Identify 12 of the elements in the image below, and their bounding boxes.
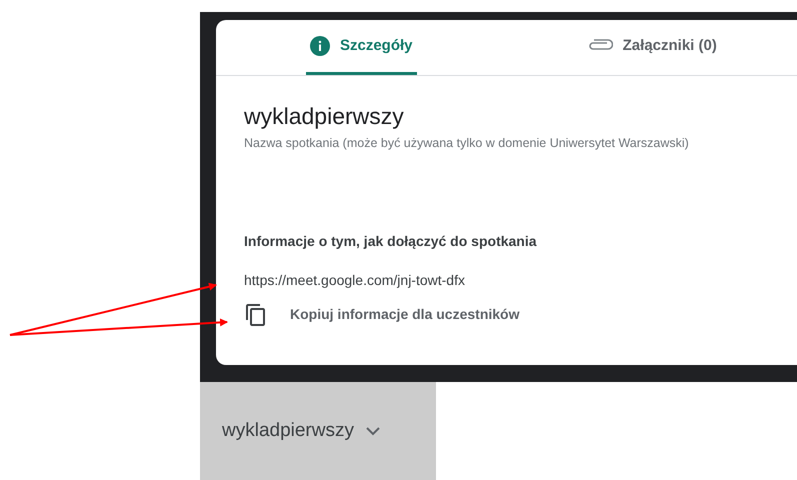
meeting-link[interactable]: https://meet.google.com/jnj-towt-dfx [244, 270, 797, 291]
copy-icon [244, 302, 268, 327]
meeting-title: wykladpierwszy [244, 102, 405, 130]
meeting-caption: Nazwa spotkania (może być używana tylko w domenie Uniwersytet Warszawski) [244, 135, 690, 152]
tab[interactable]: Załączniki (0) [582, 20, 721, 75]
join-heading: Informacje o tym, jak dołączyć do spotkania [244, 232, 538, 251]
chevron-down-icon [366, 426, 380, 436]
tab[interactable]: Szczegóły [306, 20, 417, 75]
meeting-dropdown[interactable]: wykladpierwszy [200, 382, 436, 480]
copy-info-button[interactable]: Kopiuj informacje dla uczestników [244, 302, 520, 327]
paperclip-icon [586, 39, 613, 53]
info-icon [310, 36, 330, 56]
